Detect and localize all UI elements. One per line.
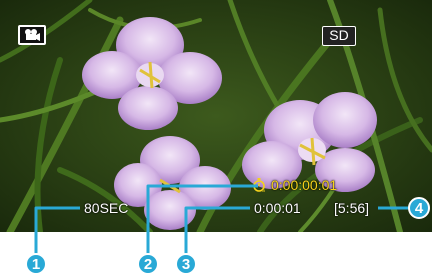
callout-line-3 <box>184 206 250 257</box>
callout-marker-3: 3 <box>175 253 197 275</box>
callout-marker-1: 1 <box>25 253 47 275</box>
callout-lines <box>34 184 408 257</box>
callout-marker-4: 4 <box>408 197 430 219</box>
callout-line-2 <box>146 184 258 257</box>
callout-marker-2: 2 <box>137 253 159 275</box>
callout-line-1 <box>34 206 80 257</box>
